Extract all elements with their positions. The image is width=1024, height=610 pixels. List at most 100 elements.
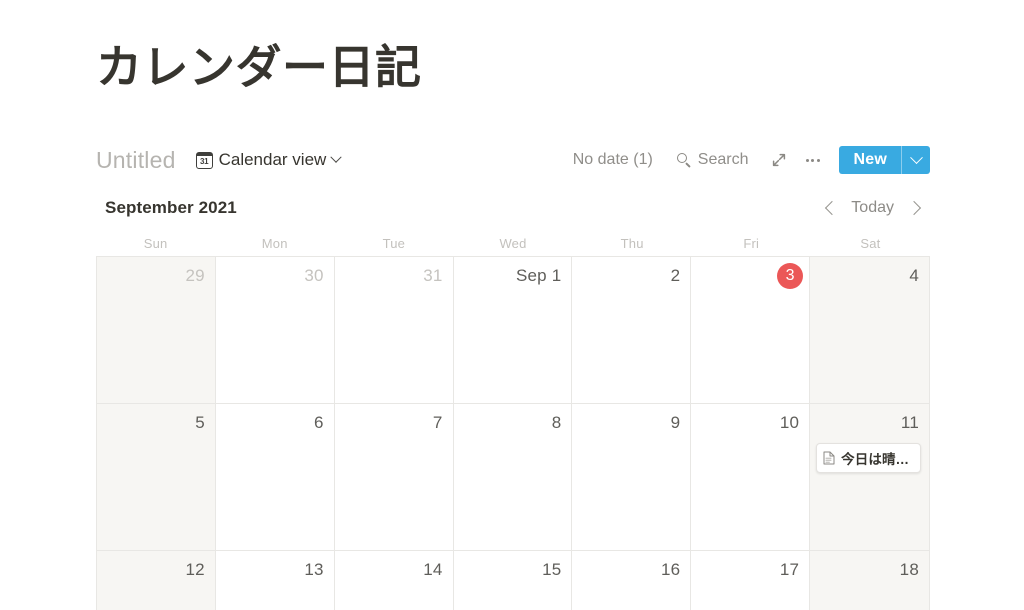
calendar-day-cell[interactable]: 13 bbox=[215, 551, 335, 610]
toolbar-left-group: Untitled 31 Calendar view bbox=[96, 147, 343, 174]
calendar-day-cell[interactable]: 11 今日は晴… bbox=[810, 404, 929, 550]
chevron-down-icon bbox=[330, 151, 342, 163]
search-label: Search bbox=[697, 151, 749, 168]
weekday-label-sat: Sat bbox=[860, 235, 881, 251]
view-selector[interactable]: 31 Calendar view bbox=[193, 148, 344, 172]
new-button-dropdown[interactable] bbox=[901, 146, 930, 174]
day-number: 5 bbox=[195, 413, 205, 432]
day-number: 7 bbox=[432, 413, 443, 432]
calendar-day-cell[interactable]: 7 bbox=[334, 404, 454, 550]
calendar-icon-day-number: 31 bbox=[200, 157, 209, 166]
day-number: 11 bbox=[900, 413, 919, 432]
day-number: 8 bbox=[551, 413, 562, 432]
day-number: 14 bbox=[423, 560, 443, 579]
today-button[interactable]: Today bbox=[843, 197, 902, 219]
calendar-day-cell[interactable]: 14 bbox=[334, 551, 454, 610]
day-number-wrap: 7 bbox=[341, 410, 445, 437]
calendar-day-cell[interactable]: 18 bbox=[810, 551, 929, 610]
day-number-wrap: Sep 1 bbox=[460, 263, 564, 290]
day-number-wrap: 15 bbox=[460, 557, 564, 584]
day-number: 4 bbox=[909, 266, 919, 285]
view-name-label: Calendar view bbox=[218, 150, 327, 169]
calendar-day-cell[interactable]: 2 bbox=[572, 257, 692, 403]
expand-diagonal-icon bbox=[771, 152, 787, 168]
weekday-label-wed: Wed bbox=[499, 235, 527, 251]
calendar-day-cell[interactable]: 9 bbox=[572, 404, 692, 550]
calendar-week-row: 5 6 7 8 9 10 11 今日は晴… bbox=[97, 404, 929, 551]
calendar-day-cell[interactable]: 15 bbox=[453, 551, 573, 610]
calendar-day-cell[interactable]: Sep 1 bbox=[453, 257, 573, 403]
day-number: 31 bbox=[423, 266, 443, 285]
day-number: 9 bbox=[670, 413, 681, 432]
day-number-wrap: 9 bbox=[578, 410, 682, 437]
calendar-event-card[interactable]: 今日は晴… bbox=[816, 443, 921, 473]
day-number-wrap: 31 bbox=[341, 263, 445, 290]
calendar-day-cell[interactable]: 12 bbox=[97, 551, 216, 610]
no-date-button[interactable]: No date (1) bbox=[568, 148, 658, 172]
day-number: 13 bbox=[304, 560, 324, 579]
day-number: 29 bbox=[185, 266, 205, 285]
calendar-day-cell[interactable]: 31 bbox=[334, 257, 454, 403]
calendar-event-title: 今日は晴… bbox=[841, 452, 910, 467]
calendar-day-cell[interactable]: 17 bbox=[691, 551, 811, 610]
day-number: 16 bbox=[660, 560, 681, 579]
previous-month-button[interactable] bbox=[817, 195, 843, 221]
search-button[interactable]: Search bbox=[672, 148, 754, 172]
page-title: カレンダー日記 bbox=[96, 41, 422, 93]
calendar-day-cell[interactable]: 16 bbox=[572, 551, 692, 610]
new-button[interactable]: New bbox=[839, 146, 902, 174]
day-number: 17 bbox=[779, 560, 800, 579]
page-root: カレンダー日記 Untitled 31 Calendar view No dat… bbox=[0, 0, 1024, 610]
calendar-day-cell[interactable]: 5 bbox=[97, 404, 216, 550]
calendar-31-icon: 31 bbox=[195, 151, 213, 169]
day-events: 今日は晴… bbox=[816, 443, 921, 473]
expand-button[interactable] bbox=[766, 149, 792, 171]
calendar-week-row: 12 13 14 15 16 17 18 bbox=[97, 551, 929, 610]
weekday-label-mon: Mon bbox=[261, 235, 288, 251]
day-number-wrap: 12 bbox=[103, 557, 207, 584]
calendar-day-cell[interactable]: 6 bbox=[215, 404, 335, 550]
day-number: 30 bbox=[304, 266, 324, 285]
day-number: 6 bbox=[314, 413, 324, 432]
page-icon bbox=[823, 451, 835, 465]
weekday-label-tue: Tue bbox=[382, 235, 406, 251]
day-number-today: 3 bbox=[777, 263, 804, 289]
database-title[interactable]: Untitled bbox=[96, 147, 176, 174]
day-number-wrap: 18 bbox=[816, 557, 921, 584]
calendar-day-cell[interactable]: 8 bbox=[453, 404, 573, 550]
calendar-view: September 2021 Today Sun Mon Tue Wed Thu Fri S… bbox=[96, 186, 930, 610]
calendar-day-cell[interactable]: 4 bbox=[810, 257, 929, 403]
day-number-wrap: 4 bbox=[816, 263, 921, 290]
chevron-down-icon bbox=[909, 150, 923, 164]
day-number-wrap: 14 bbox=[341, 557, 445, 584]
weekday-label-sun: Sun bbox=[143, 235, 168, 251]
weekday-label-fri: Fri bbox=[743, 235, 760, 251]
day-number-wrap: 6 bbox=[222, 410, 326, 437]
day-number-wrap: 11 bbox=[816, 410, 921, 437]
new-button-group: New bbox=[838, 146, 930, 174]
day-number-wrap: 8 bbox=[460, 410, 564, 437]
day-number-wrap: 2 bbox=[578, 263, 682, 290]
day-number-wrap: 30 bbox=[222, 263, 326, 290]
chevron-left-icon bbox=[824, 200, 839, 216]
day-number-wrap: 17 bbox=[697, 557, 801, 584]
day-number: 10 bbox=[779, 413, 800, 432]
calendar-day-cell[interactable]: 10 bbox=[691, 404, 811, 550]
search-icon bbox=[676, 152, 692, 168]
calendar-day-cell[interactable]: 29 bbox=[97, 257, 216, 403]
calendar-grid: 29 30 31 Sep 1 2 3 4 5 6 7 8 9 10 11 今日は晴… 12 13 14 15 16 17… bbox=[96, 256, 930, 610]
more-options-button[interactable] bbox=[801, 149, 825, 171]
day-number: 18 bbox=[899, 560, 919, 579]
day-number: 15 bbox=[542, 560, 562, 579]
day-number-wrap: 3 bbox=[697, 263, 804, 290]
next-month-button[interactable] bbox=[902, 195, 928, 221]
day-number-wrap: 10 bbox=[697, 410, 801, 437]
calendar-navigation: Today bbox=[817, 195, 930, 221]
calendar-header: September 2021 Today bbox=[96, 186, 930, 230]
day-number: 12 bbox=[185, 560, 205, 579]
chevron-right-icon bbox=[906, 200, 921, 216]
day-number-wrap: 5 bbox=[103, 410, 207, 437]
day-number-wrap: 13 bbox=[222, 557, 326, 584]
calendar-day-cell[interactable]: 30 bbox=[215, 257, 335, 403]
calendar-day-cell[interactable]: 3 bbox=[691, 257, 811, 403]
